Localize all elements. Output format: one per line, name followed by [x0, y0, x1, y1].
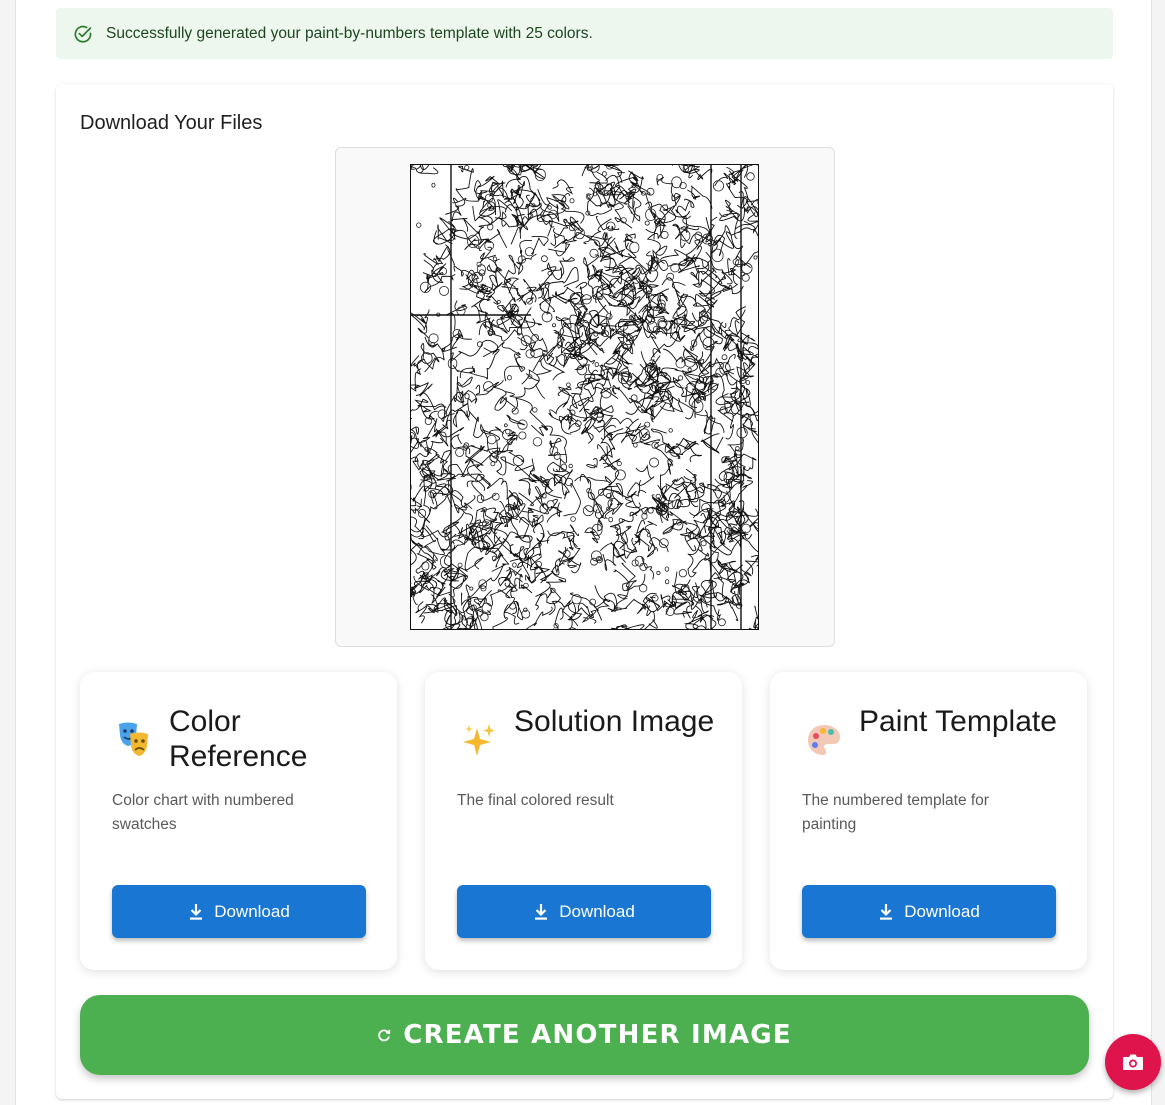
paint-template-card: Paint Template The numbered template for… — [770, 672, 1087, 970]
success-alert: Successfully generated your paint-by-num… — [56, 8, 1113, 59]
download-icon — [878, 903, 894, 921]
artist-palette-emoji — [806, 720, 842, 760]
sparkles-emoji — [461, 720, 497, 760]
download-label: Download — [559, 901, 635, 921]
template-preview-image — [410, 164, 759, 630]
theater-masks-emoji — [116, 720, 152, 760]
download-paint-template-button[interactable]: Download — [802, 885, 1056, 938]
download-icon — [533, 903, 549, 921]
download-label: Download — [904, 901, 980, 921]
camera-icon — [1122, 1053, 1144, 1071]
card-description: Color chart with numbered swatches — [112, 792, 294, 833]
card-title: Paint Template — [859, 705, 1057, 738]
create-another-image-button[interactable]: CREATE ANOTHER IMAGE — [80, 995, 1089, 1075]
download-title: Download Your Files — [80, 112, 263, 134]
color-reference-card: Color Reference Color chart with numbere… — [80, 672, 397, 970]
check-circle-icon — [73, 24, 93, 44]
camera-fab-button[interactable] — [1105, 1034, 1161, 1090]
alert-message: Successfully generated your paint-by-num… — [106, 24, 593, 42]
download-card: Download Your Files Color Reference Colo… — [56, 84, 1113, 1099]
solution-image-card: Solution Image The final colored result … — [425, 672, 742, 970]
create-another-image-label: CREATE ANOTHER IMAGE — [403, 1020, 792, 1050]
download-label: Download — [214, 901, 290, 921]
card-title: Solution Image — [514, 705, 715, 738]
download-color-reference-button[interactable]: Download — [112, 885, 366, 938]
card-description: The numbered template for painting — [802, 792, 989, 833]
preview-container — [335, 147, 835, 647]
download-solution-image-button[interactable]: Download — [457, 885, 711, 938]
card-description: The final colored result — [457, 792, 614, 809]
refresh-icon — [377, 1028, 391, 1042]
card-title: Color Reference — [169, 705, 308, 773]
download-icon — [188, 903, 204, 921]
